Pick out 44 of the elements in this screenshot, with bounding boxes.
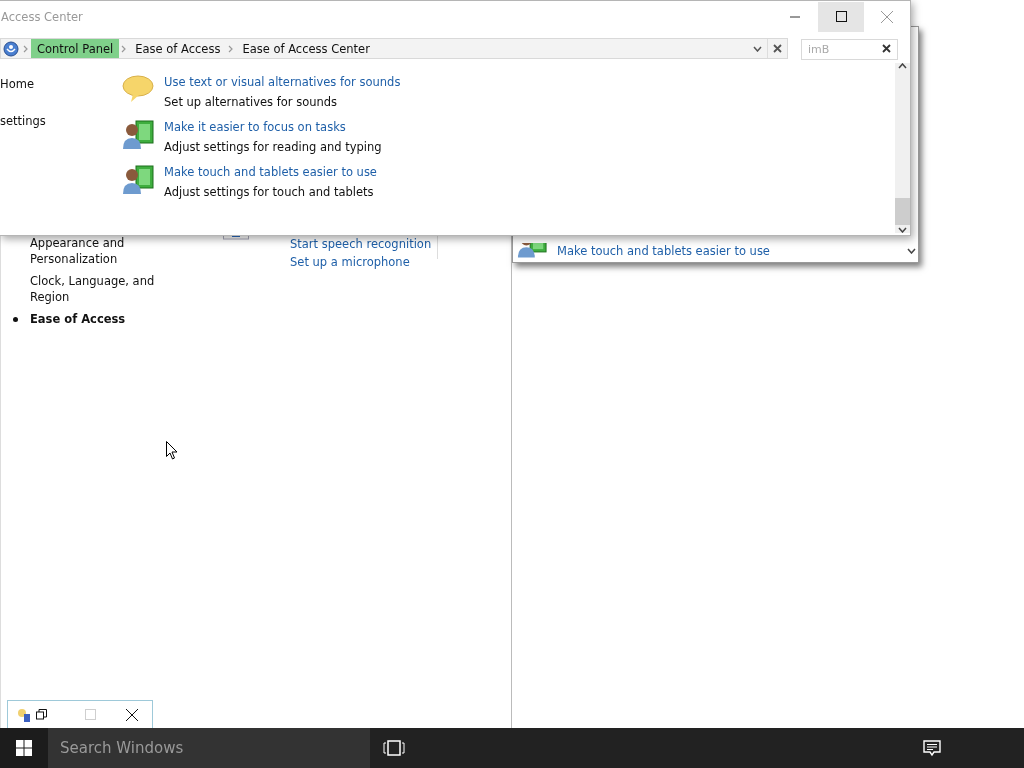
sidebar-item[interactable]: Ease of Access xyxy=(1,311,191,327)
close-icon xyxy=(881,44,891,53)
scroll-up-icon xyxy=(898,63,907,69)
scrollbar[interactable] xyxy=(895,63,910,233)
breadcrumb-item[interactable]: Control Panel xyxy=(31,39,120,58)
task-link[interactable]: Set up a microphone xyxy=(290,255,437,269)
sidebar-item[interactable]: Clock, Language, and Region xyxy=(1,273,191,305)
task-link[interactable]: Make touch and tablets easier to use xyxy=(164,165,377,179)
start-button[interactable] xyxy=(0,728,48,768)
speech-bubble-icon xyxy=(122,73,154,105)
scroll-down-icon xyxy=(906,248,916,254)
breadcrumb-item[interactable]: Ease of Access Center xyxy=(236,39,376,58)
sidebar-link[interactable]: settings xyxy=(0,114,122,128)
maximize-icon xyxy=(835,11,847,22)
maximize-button[interactable] xyxy=(818,1,864,32)
task-link[interactable]: Use text or visual alternatives for sounds xyxy=(164,75,401,89)
close-icon xyxy=(881,10,893,23)
close-icon xyxy=(773,44,782,53)
task-description: Adjust settings for touch and tablets xyxy=(164,185,375,199)
window-title: Access Center xyxy=(0,9,84,24)
restore-icon xyxy=(36,709,47,720)
control-panel-icon xyxy=(3,40,19,57)
task-link[interactable]: Start speech recognition xyxy=(290,237,437,251)
sidebar-link[interactable]: Home xyxy=(0,77,122,91)
close-icon xyxy=(126,708,138,721)
task-link[interactable]: Make it easier to focus on tasks xyxy=(164,120,382,134)
maximize-icon xyxy=(84,709,96,720)
breadcrumb-item[interactable]: Ease of Access xyxy=(129,39,227,58)
windows-logo-icon xyxy=(16,740,32,756)
task-link[interactable]: Make touch and tablets easier to use xyxy=(557,244,770,258)
taskbar-search-field[interactable]: Search Windows xyxy=(48,728,370,768)
task-description: Adjust settings for reading and typing xyxy=(164,140,382,154)
scroll-down-icon xyxy=(898,227,907,233)
message-icon xyxy=(923,739,941,757)
mouse-cursor-icon xyxy=(166,441,178,460)
caret-icon xyxy=(752,45,762,52)
address-bar[interactable]: Control Panel Ease of Access Ease of Access Center xyxy=(0,38,788,59)
task-description: Set up alternatives for sounds xyxy=(164,95,339,109)
bullet-icon xyxy=(13,317,18,322)
chevron-icon xyxy=(22,44,30,53)
minimized-window[interactable] xyxy=(7,700,153,728)
task-view-icon xyxy=(383,740,405,756)
scroll-thumb[interactable] xyxy=(895,198,910,225)
sidebar-item[interactable]: Appearance and Personalization xyxy=(1,235,191,267)
